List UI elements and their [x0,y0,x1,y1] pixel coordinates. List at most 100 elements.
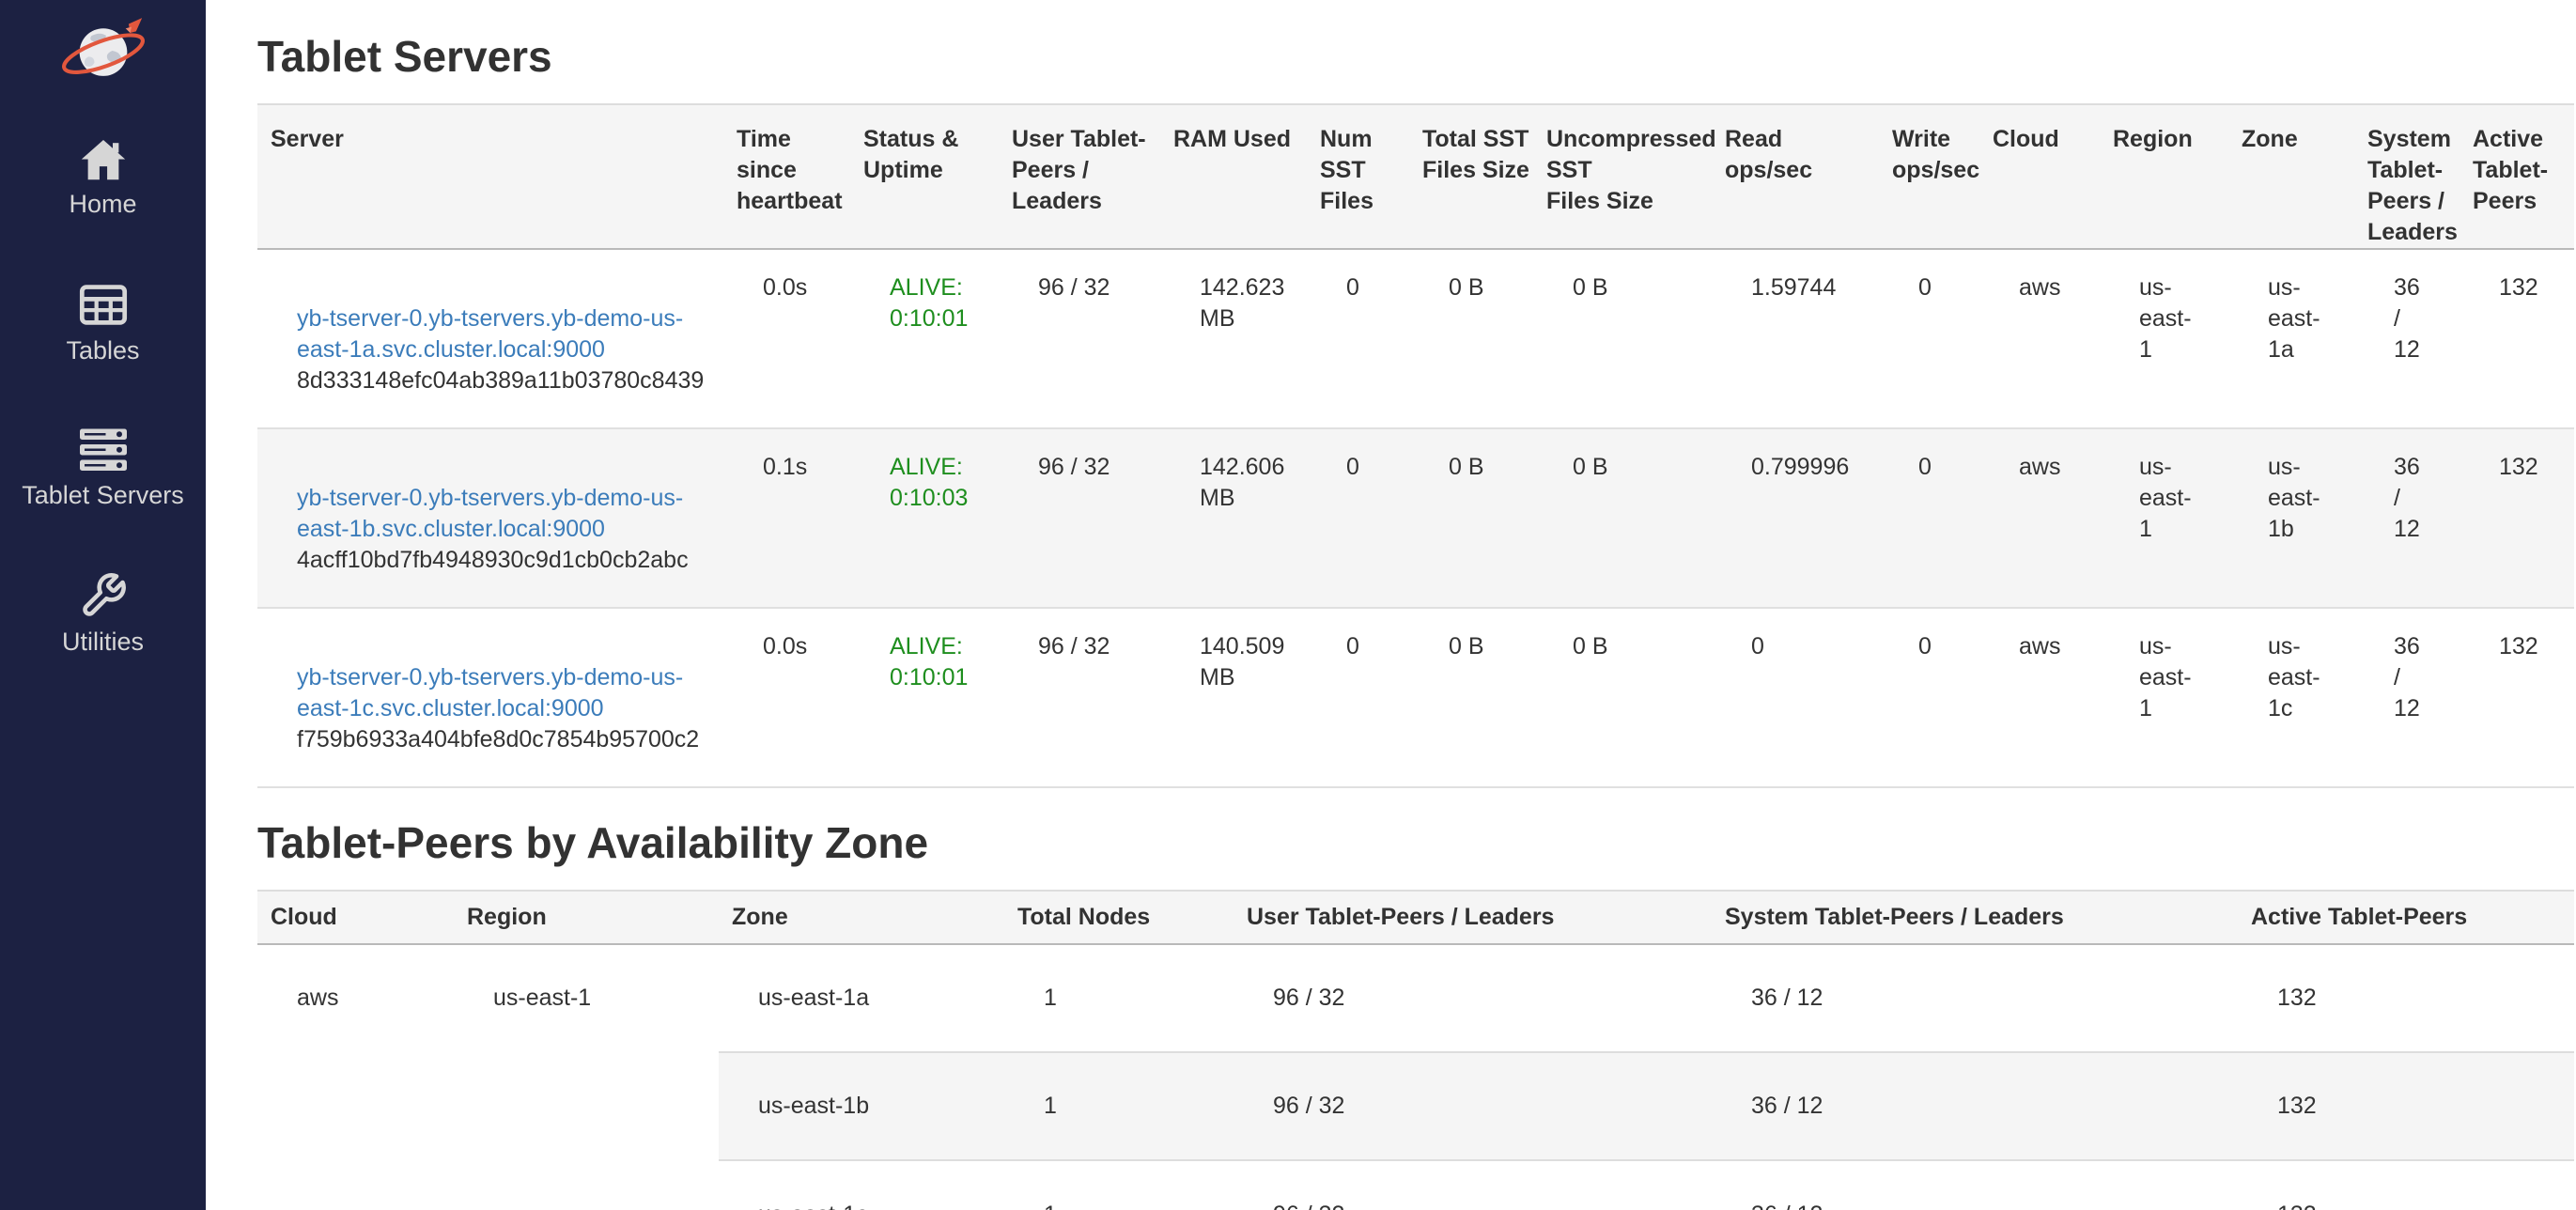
cell-user-peers: 96 / 32 [999,608,1160,787]
cell-read-ops: 0.799996 [1712,428,1879,608]
cell-active-peers: 132 [2238,1052,2574,1160]
section-title: Tablet-Peers by Availability Zone [257,818,2576,867]
cell-heartbeat: 0.0s [723,608,850,787]
cell-total-nodes: 1 [1004,1160,1234,1210]
column-header-zone: Zone [2228,104,2354,249]
sidebar-item-tablet-servers[interactable]: Tablet Servers [0,427,206,509]
cell-ram: 142.623 MB [1160,249,1307,428]
app-window: Home Tables [0,0,2576,1210]
column-header-server: Server [257,104,723,249]
cell-cloud: aws [1979,249,2100,428]
column-header-region: Region [454,891,719,944]
utilities-icon [77,571,130,620]
cell-region: us- east- 1 [2100,608,2228,787]
yugabyte-logo[interactable] [52,15,155,86]
sidebar-item-label: Home [69,190,136,218]
sidebar-nav: Home Tables [0,135,206,718]
server-link[interactable]: yb-tserver-0.yb-tservers.yb-demo-us- eas… [297,305,683,363]
cell-cloud: aws [1979,428,2100,608]
cell-server: yb-tserver-0.yb-tservers.yb-demo-us- eas… [257,249,723,428]
sidebar-item-home[interactable]: Home [0,135,206,218]
sidebar-item-label: Tables [66,336,139,365]
table-row: yb-tserver-0.yb-tservers.yb-demo-us- eas… [257,428,2574,608]
column-header-total-nodes: Total Nodes [1004,891,1234,944]
column-header-region: Region [2100,104,2228,249]
table-row: yb-tserver-0.yb-tservers.yb-demo-us- eas… [257,608,2574,787]
cell-zone: us- east- 1c [2228,608,2354,787]
cell-heartbeat: 0.0s [723,249,850,428]
cell-system-peers: 36 / 12 [1712,1052,2238,1160]
table-row: aws us-east-1 us-east-1a 1 96 / 32 36 / … [257,944,2574,1052]
tablet-servers-icon [74,427,132,473]
planet-rocket-icon [54,15,152,86]
cell-active-peers: 132 [2460,249,2574,428]
cell-user-peers: 96 / 32 [1234,944,1712,1052]
server-uuid: 8d333148efc04ab389a11b03780c8439 [297,365,716,396]
server-link[interactable]: yb-tserver-0.yb-tservers.yb-demo-us- eas… [297,664,683,721]
cell-total-sst: 0 B [1409,249,1533,428]
cell-total-sst: 0 B [1409,428,1533,608]
cell-zone: us-east-1a [719,944,1004,1052]
cell-user-peers: 96 / 32 [1234,1160,1712,1210]
cell-active-peers: 132 [2460,428,2574,608]
column-header-status: Status & Uptime [850,104,999,249]
cell-heartbeat: 0.1s [723,428,850,608]
table-header-row: Server Time since heartbeat Status & Upt… [257,104,2574,249]
cell-system-peers: 36 / 12 [2354,608,2460,787]
cell-active-peers: 132 [2460,608,2574,787]
cell-ram: 142.606 MB [1160,428,1307,608]
cell-system-peers: 36 / 12 [1712,1160,2238,1210]
column-header-read-ops: Read ops/sec [1712,104,1879,249]
cell-server: yb-tserver-0.yb-tservers.yb-demo-us- eas… [257,428,723,608]
server-link[interactable]: yb-tserver-0.yb-tservers.yb-demo-us- eas… [297,485,683,542]
cell-status: ALIVE: 0:10:01 [850,249,999,428]
cell-num-sst: 0 [1307,428,1409,608]
cell-total-nodes: 1 [1004,944,1234,1052]
column-header-ram: RAM Used [1160,104,1307,249]
cell-system-peers: 36 / 12 [2354,249,2460,428]
column-header-total-sst: Total SST Files Size [1409,104,1533,249]
column-header-system-peers: System Tablet-Peers / Leaders [1712,891,2238,944]
sidebar-item-label: Utilities [62,628,144,656]
cell-uncompressed-sst: 0 B [1533,428,1712,608]
cell-zone: us-east-1c [719,1160,1004,1210]
cell-read-ops: 1.59744 [1712,249,1879,428]
sidebar: Home Tables [0,0,206,1210]
cell-uncompressed-sst: 0 B [1533,608,1712,787]
column-header-uncompressed-sst: Uncompressed SST Files Size [1533,104,1712,249]
sidebar-item-utilities[interactable]: Utilities [0,571,206,656]
sidebar-item-tables[interactable]: Tables [0,280,206,365]
column-header-cloud: Cloud [1979,104,2100,249]
cell-zone: us- east- 1a [2228,249,2354,428]
cell-status: ALIVE: 0:10:03 [850,428,999,608]
column-header-num-sst: Num SST Files [1307,104,1409,249]
cell-status: ALIVE: 0:10:01 [850,608,999,787]
column-header-active-peers: Active Tablet-Peers [2238,891,2574,944]
column-header-active-peers: Active Tablet- Peers [2460,104,2574,249]
column-header-system-peers: System Tablet- Peers / Leaders [2354,104,2460,249]
cell-server: yb-tserver-0.yb-tservers.yb-demo-us- eas… [257,608,723,787]
cell-ram: 140.509 MB [1160,608,1307,787]
cell-write-ops: 0 [1879,428,1979,608]
column-header-write-ops: Write ops/sec [1879,104,1979,249]
cell-system-peers: 36 / 12 [1712,944,2238,1052]
main-content: Tablet Servers Server Time since heartbe… [206,0,2576,1210]
table-header-row: Cloud Region Zone Total Nodes User Table… [257,891,2574,944]
cell-write-ops: 0 [1879,608,1979,787]
cell-total-sst: 0 B [1409,608,1533,787]
cell-read-ops: 0 [1712,608,1879,787]
table-row: yb-tserver-0.yb-tservers.yb-demo-us- eas… [257,249,2574,428]
tables-icon [75,280,132,329]
column-header-user-peers: User Tablet- Peers / Leaders [999,104,1160,249]
tablet-servers-table: Server Time since heartbeat Status & Upt… [257,103,2574,788]
cell-write-ops: 0 [1879,249,1979,428]
sidebar-item-label: Tablet Servers [22,481,184,509]
cell-region: us-east-1 [454,944,719,1210]
server-uuid: 4acff10bd7fb4948930c9d1cb0cb2abc [297,545,716,576]
cell-cloud: aws [257,944,454,1210]
cell-region: us- east- 1 [2100,428,2228,608]
server-uuid: f759b6933a404bfe8d0c7854b95700c2 [297,724,716,755]
home-icon [76,135,131,182]
cell-zone: us-east-1b [719,1052,1004,1160]
cell-region: us- east- 1 [2100,249,2228,428]
